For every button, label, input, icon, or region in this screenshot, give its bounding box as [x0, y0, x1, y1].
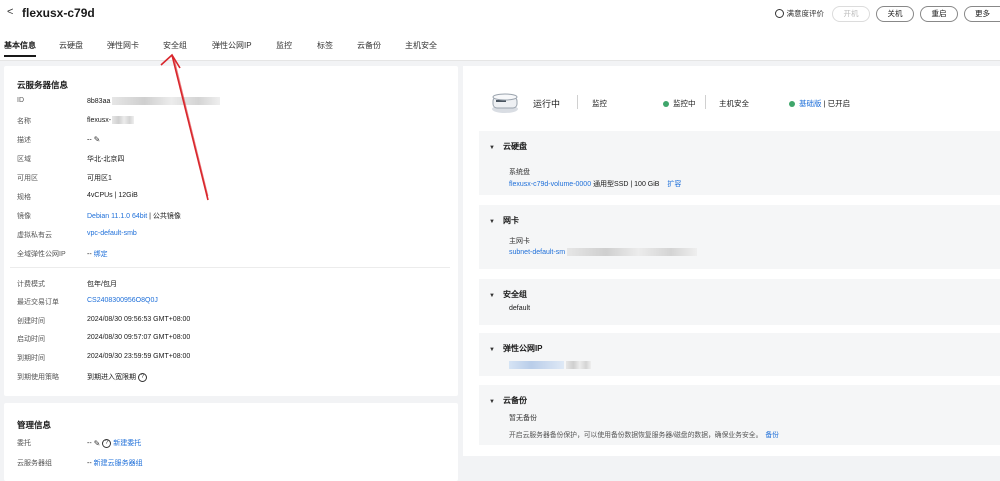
annotation-arrow	[160, 53, 209, 201]
